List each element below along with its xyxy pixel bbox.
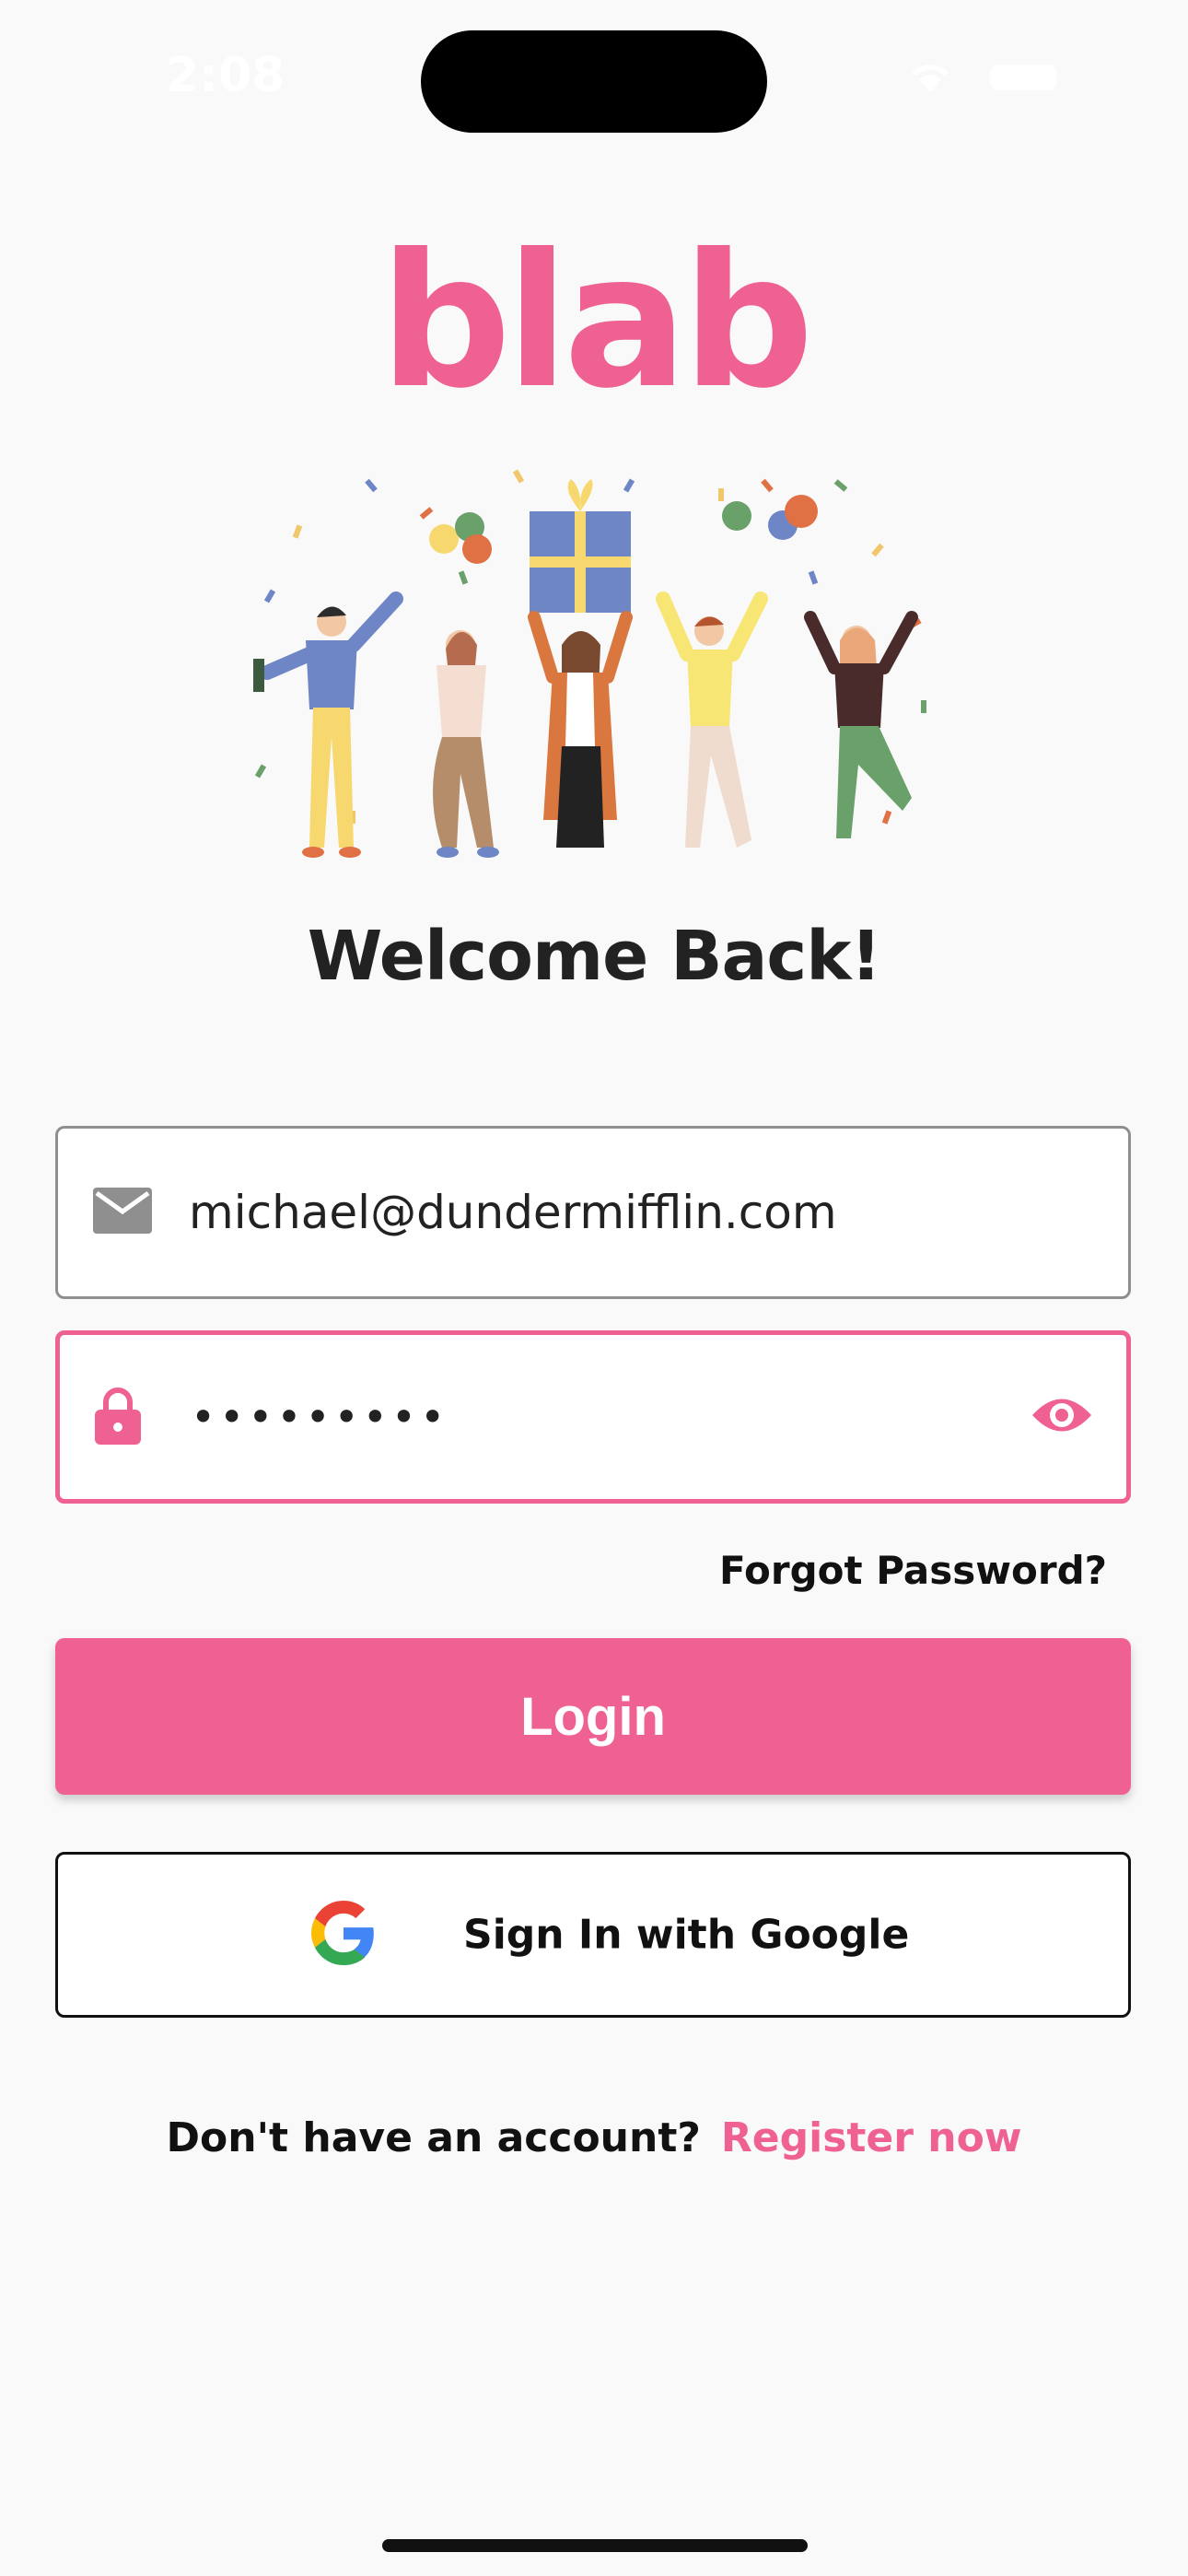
wifi-icon — [912, 64, 949, 92]
login-button[interactable]: Login — [55, 1638, 1131, 1795]
dynamic-island — [421, 30, 767, 133]
password-field[interactable]: ••••••••• — [55, 1330, 1131, 1504]
google-button-label: Sign In with Google — [463, 1911, 910, 1959]
status-icons — [912, 61, 1068, 94]
google-sign-in-button[interactable]: Sign In with Google — [55, 1852, 1131, 2018]
eye-icon[interactable] — [1031, 1394, 1093, 1440]
status-time: 2:08 — [166, 48, 285, 103]
password-value: ••••••••• — [191, 1392, 449, 1442]
welcome-heading: Welcome Back! — [307, 917, 881, 996]
register-prompt: Don't have an account? — [166, 2114, 701, 2161]
lock-icon — [95, 1386, 141, 1448]
forgot-password-link[interactable]: Forgot Password? — [719, 1548, 1107, 1593]
person-3 — [528, 479, 633, 848]
mail-icon — [93, 1188, 152, 1237]
register-row: Don't have an account? Register now — [0, 2114, 1188, 2161]
party-people-illustration — [253, 469, 926, 858]
person-5 — [804, 611, 918, 838]
person-2 — [429, 512, 499, 858]
google-icon — [311, 1901, 376, 1969]
person-4 — [656, 495, 818, 848]
email-field[interactable]: michael@dundermifflin.com — [55, 1126, 1131, 1299]
home-indicator — [382, 2539, 808, 2552]
battery-icon — [990, 64, 1056, 90]
register-link[interactable]: Register now — [721, 2114, 1022, 2161]
app-logo: blab — [379, 215, 814, 429]
person-1 — [253, 591, 403, 858]
email-value: michael@dundermifflin.com — [189, 1186, 837, 1239]
